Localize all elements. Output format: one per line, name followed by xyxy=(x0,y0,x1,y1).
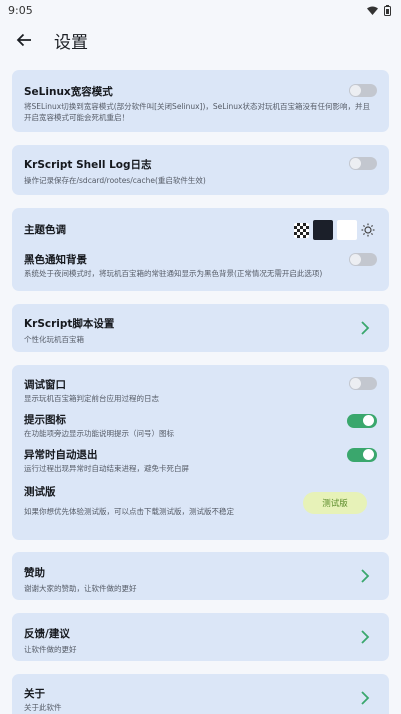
about-desc: 关于此软件 xyxy=(24,703,62,712)
card-krscript[interactable]: KrScript脚本设置 个性化玩机百宝箱 xyxy=(12,304,389,352)
back-button[interactable] xyxy=(12,28,36,52)
about-title: 关于 xyxy=(24,688,45,700)
beta-row: 测试版 如果你想优先体验测试版，可以点击下载测试版，测试版不稳定 测试版 xyxy=(24,474,377,517)
feedback-desc: 让软件做的更好 xyxy=(24,645,77,654)
debug-row[interactable]: 调试窗口 显示玩机百宝箱判定前台应用过程的日志 xyxy=(24,365,377,404)
krlog-row[interactable]: KrScript Shell Log日志 操作记录保存在/sdcard/root… xyxy=(24,145,377,186)
donate-row[interactable]: 赞助 谢谢大家的赞助，让软件做的更好 xyxy=(24,552,377,594)
selinux-toggle[interactable] xyxy=(349,84,377,97)
status-time: 9:05 xyxy=(8,3,33,17)
hint-icon-toggle[interactable] xyxy=(347,414,377,428)
card-feedback[interactable]: 反馈/建议 让软件做的更好 xyxy=(12,613,389,661)
krscript-title: KrScript脚本设置 xyxy=(24,318,115,330)
theme-dark-swatch[interactable] xyxy=(313,220,333,240)
debug-title: 调试窗口 xyxy=(24,379,66,391)
donate-desc: 谢谢大家的赞助，让软件做的更好 xyxy=(24,584,137,593)
arrow-left-icon xyxy=(16,33,31,47)
page-title: 设置 xyxy=(54,32,88,53)
hint-icon-desc: 在功能项旁边显示功能说明提示（问号）图标 xyxy=(24,429,174,438)
card-donate[interactable]: 赞助 谢谢大家的赞助，让软件做的更好 xyxy=(12,552,389,600)
card-about[interactable]: 关于 关于此软件 xyxy=(12,674,389,714)
hint-icon-title: 提示图标 xyxy=(24,414,66,426)
feedback-row[interactable]: 反馈/建议 让软件做的更好 xyxy=(24,613,377,655)
auto-exit-desc: 运行过程出现异常时自动结束进程，避免卡死白屏 xyxy=(24,464,189,473)
selinux-row[interactable]: SeLinux宽容模式 将SELinux切换到宽容模式(部分软件叫[关闭Seli… xyxy=(24,70,377,123)
chevron-right-icon[interactable] xyxy=(359,629,371,645)
card-selinux: SeLinux宽容模式 将SELinux切换到宽容模式(部分软件叫[关闭Seli… xyxy=(12,70,389,132)
chevron-right-icon[interactable] xyxy=(359,320,371,336)
krscript-row[interactable]: KrScript脚本设置 个性化玩机百宝箱 xyxy=(24,304,377,345)
chevron-right-icon[interactable] xyxy=(359,690,371,706)
selinux-title: SeLinux宽容模式 xyxy=(24,86,113,98)
sun-icon[interactable] xyxy=(361,223,375,237)
about-row[interactable]: 关于 关于此软件 xyxy=(24,674,377,713)
battery-icon xyxy=(384,4,391,16)
download-beta-button[interactable]: 测试版 xyxy=(303,492,367,514)
theme-light-swatch[interactable] xyxy=(337,220,357,240)
black-notif-title: 黑色通知背景 xyxy=(24,254,87,266)
debug-desc: 显示玩机百宝箱判定前台应用过程的日志 xyxy=(24,394,159,403)
card-theme: 主题色调 黑色通知背景 系统处于夜间模式时，将玩机百宝箱的常驻通知显示为黑色背景… xyxy=(12,208,389,291)
krlog-title: KrScript Shell Log日志 xyxy=(24,159,152,171)
theme-row: 主题色调 xyxy=(24,208,377,240)
auto-exit-title: 异常时自动退出 xyxy=(24,449,98,461)
card-advanced: 调试窗口 显示玩机百宝箱判定前台应用过程的日志 提示图标 在功能项旁边显示功能说… xyxy=(12,365,389,540)
krlog-desc: 操作记录保存在/sdcard/rootes/cache(重启软件生效) xyxy=(24,176,206,185)
auto-exit-toggle[interactable] xyxy=(347,448,377,462)
black-notif-row[interactable]: 黑色通知背景 系统处于夜间模式时，将玩机百宝箱的常驻通知显示为黑色背景(正常情况… xyxy=(24,240,377,279)
debug-toggle[interactable] xyxy=(349,377,377,390)
black-notif-desc: 系统处于夜间模式时，将玩机百宝箱的常驻通知显示为黑色背景(正常情况无需开启此选项… xyxy=(24,269,323,278)
black-notif-toggle[interactable] xyxy=(349,253,377,266)
selinux-desc: 将SELinux切换到宽容模式(部分软件叫[关闭Selinux])，SeLinu… xyxy=(24,102,370,122)
status-icons xyxy=(367,4,391,16)
app-bar: 设置 xyxy=(0,20,401,60)
hint-icon-row[interactable]: 提示图标 在功能项旁边显示功能说明提示（问号）图标 xyxy=(24,404,377,439)
feedback-title: 反馈/建议 xyxy=(24,628,70,640)
krscript-desc: 个性化玩机百宝箱 xyxy=(24,335,84,344)
auto-exit-row[interactable]: 异常时自动退出 运行过程出现异常时自动结束进程，避免卡死白屏 xyxy=(24,439,377,474)
theme-auto-swatch[interactable] xyxy=(294,222,309,238)
status-bar: 9:05 xyxy=(0,0,401,20)
wifi-icon xyxy=(367,6,378,15)
chevron-right-icon[interactable] xyxy=(359,568,371,584)
donate-title: 赞助 xyxy=(24,567,45,579)
krlog-toggle[interactable] xyxy=(349,157,377,170)
theme-swatches xyxy=(294,220,375,240)
card-krlog: KrScript Shell Log日志 操作记录保存在/sdcard/root… xyxy=(12,145,389,195)
